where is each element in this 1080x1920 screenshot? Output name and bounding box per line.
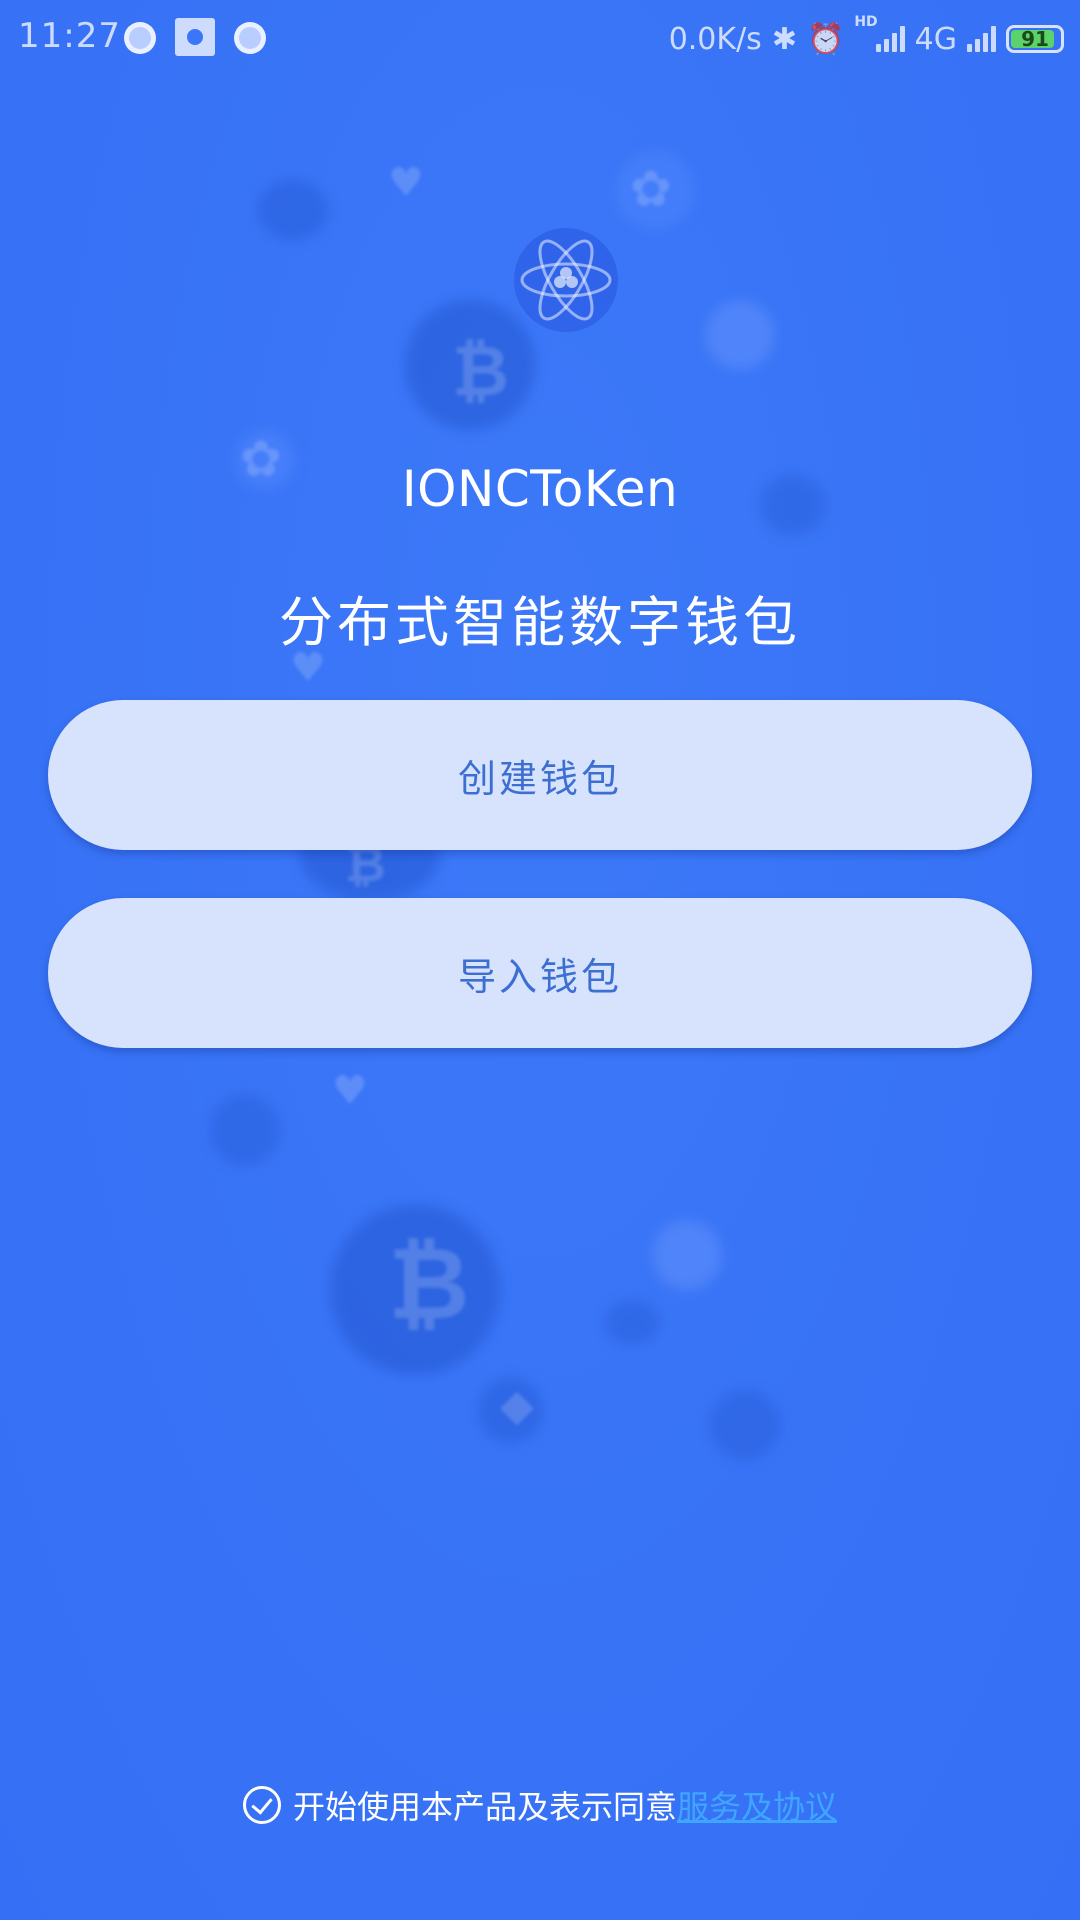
signal-icon [875, 26, 905, 52]
signal-icon [967, 26, 996, 52]
bg-coin [710, 1390, 780, 1460]
notification-app-icon [175, 18, 215, 56]
flower-icon: ✿ [630, 160, 672, 218]
notification-dot-icon [234, 22, 266, 54]
app-subtitle: 分布式智能数字钱包 [279, 591, 801, 654]
hd-badge: HD [854, 14, 878, 30]
battery-icon: 91 [1006, 25, 1064, 53]
notification-dot-icon [124, 22, 156, 54]
heart-icon: ♥ [388, 160, 424, 206]
bitcoin-icon: ₿ [388, 1225, 470, 1342]
network-type: 4G [914, 21, 957, 57]
status-bar: 11:27 0.0K/s ✱ ⏰ HD 4G 91 [0, 0, 1080, 78]
bg-coin [705, 300, 775, 370]
check-circle-icon[interactable] [242, 1786, 281, 1824]
bg-coin [605, 1300, 660, 1345]
agreement-text: 开始使用本产品及表示同意 [292, 1788, 677, 1826]
alarm-icon: ⏰ [806, 21, 845, 57]
import-wallet-button[interactable]: 导入钱包 [48, 898, 1032, 1048]
bg-coin [258, 180, 328, 240]
heart-icon: ♥ [332, 1068, 368, 1114]
bitcoin-icon: ₿ [452, 330, 510, 412]
bluetooth-icon: ✱ [771, 21, 797, 57]
create-wallet-button[interactable]: 创建钱包 [48, 700, 1032, 850]
net-speed: 0.0K/s [668, 21, 762, 57]
bg-coin [210, 1095, 280, 1165]
bg-coin [652, 1220, 722, 1290]
status-time: 11:27 [18, 16, 121, 56]
agreement-row: 开始使用本产品及表示同意 服务及协议 [0, 1782, 1080, 1828]
service-agreement-link[interactable]: 服务及协议 [677, 1782, 837, 1828]
app-title: IONCToKen [401, 460, 679, 518]
diamond-icon: ◆ [500, 1380, 534, 1431]
status-right: 0.0K/s ✱ ⏰ HD 4G 91 [669, 14, 1064, 64]
battery-level: 91 [1021, 27, 1049, 51]
app-logo-icon [511, 225, 621, 335]
